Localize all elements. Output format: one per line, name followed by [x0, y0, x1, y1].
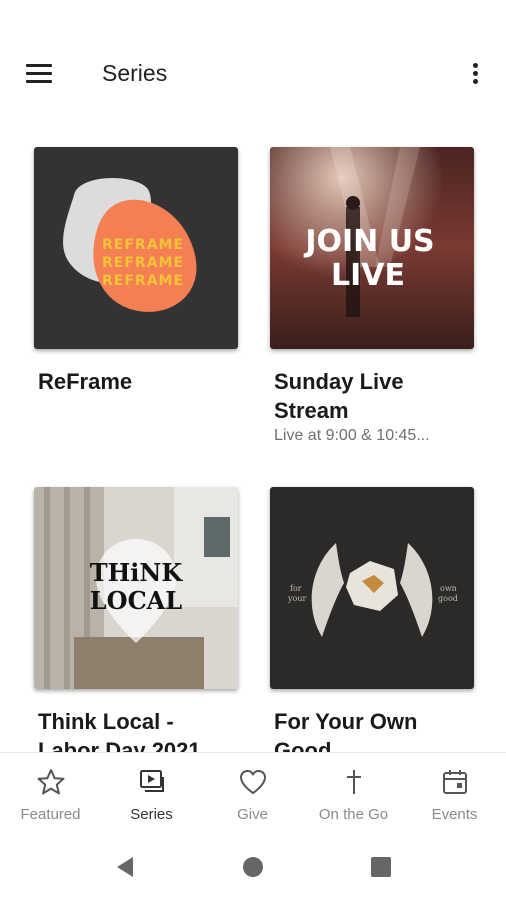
home-icon[interactable]	[240, 854, 266, 880]
nav-tab-events[interactable]: Events	[404, 753, 505, 833]
good-art-good: good	[438, 594, 458, 603]
reframe-art-line-3: REFRAME	[102, 273, 184, 289]
nav-tab-on-the-go[interactable]: On the Go	[303, 753, 404, 833]
bottom-navigation: Featured Series Give On the Go Events	[0, 752, 506, 832]
series-grid: REFRAME REFRAME REFRAME ReFrame JOIN US …	[0, 120, 506, 752]
recents-icon[interactable]	[368, 854, 394, 880]
nav-label: Featured	[20, 806, 81, 823]
page-title: Series	[102, 60, 168, 86]
star-icon	[37, 769, 64, 795]
system-navigation-bar	[0, 832, 506, 900]
calendar-icon	[442, 770, 467, 794]
good-art-for: for	[290, 584, 302, 593]
series-subtitle: Live at 9:00 & 10:45...	[274, 427, 430, 444]
series-title: Sunday Live Stream	[274, 369, 404, 423]
app-bar: Series	[0, 0, 506, 120]
nav-label: On the Go	[318, 806, 389, 823]
series-title: For Your Own Good	[274, 709, 418, 752]
series-artwork-live: JOIN US LIVE	[270, 147, 474, 349]
series-title: ReFrame	[38, 369, 133, 394]
series-title: Think Local - Labor Day 2021	[38, 709, 201, 752]
series-artwork-think-local: THiNK LOCAL	[34, 487, 238, 689]
series-card-sunday-live-stream[interactable]: JOIN US LIVE Sunday Live Stream Live at …	[270, 147, 474, 445]
video-library-icon	[139, 770, 164, 792]
series-card-reframe[interactable]: REFRAME REFRAME REFRAME ReFrame	[34, 147, 238, 396]
series-artwork-reframe: REFRAME REFRAME REFRAME	[34, 147, 238, 349]
series-artwork-for-your-own-good: for your own good	[270, 487, 474, 689]
live-art-line-1: JOIN US	[303, 224, 434, 259]
nav-tab-featured[interactable]: Featured	[0, 753, 101, 833]
think-local-art-line-2: LOCAL	[90, 586, 183, 615]
nav-tab-series[interactable]: Series	[101, 753, 202, 833]
cross-icon	[346, 770, 361, 794]
nav-label: Events	[431, 806, 478, 823]
back-icon[interactable]	[113, 854, 139, 880]
good-art-own: own	[440, 584, 457, 593]
more-options-icon[interactable]	[466, 58, 486, 90]
live-art-line-2: LIVE	[331, 258, 405, 293]
series-card-think-local[interactable]: THiNK LOCAL Think Local - Labor Day 2021	[34, 487, 238, 752]
nav-label: Series	[130, 806, 173, 823]
hamburger-menu-icon[interactable]	[22, 58, 58, 90]
series-card-for-your-own-good[interactable]: for your own good For Your Own Good	[270, 487, 474, 752]
reframe-art-line-1: REFRAME	[102, 237, 184, 253]
heart-icon	[239, 770, 266, 794]
think-local-art-line-1: THiNK	[90, 558, 184, 587]
nav-tab-give[interactable]: Give	[202, 753, 303, 833]
good-art-your: your	[287, 594, 306, 603]
nav-label: Give	[237, 806, 268, 823]
reframe-art-line-2: REFRAME	[102, 255, 184, 271]
